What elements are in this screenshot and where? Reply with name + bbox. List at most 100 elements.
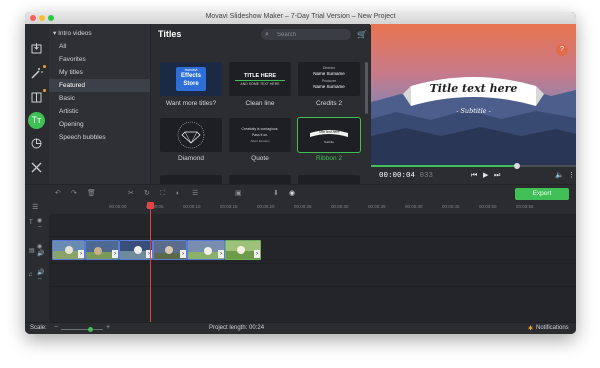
- lock-icon[interactable]: ⇔: [37, 276, 43, 282]
- category-speech-bubbles[interactable]: Speech bubbles: [49, 131, 150, 144]
- title-thumb-ribbon-2[interactable]: Title text here Subtitle: [297, 117, 361, 153]
- transition-icon[interactable]: ›: [78, 250, 84, 258]
- stickers-icon[interactable]: [29, 136, 44, 151]
- zoom-out-icon[interactable]: −: [54, 324, 58, 331]
- visibility-icon[interactable]: ◉: [37, 243, 42, 250]
- title-thumb-diamond[interactable]: [160, 118, 222, 152]
- playback-progress-fill: [371, 165, 517, 167]
- delete-icon[interactable]: 🗑: [87, 189, 96, 199]
- record-audio-icon[interactable]: ⬇: [273, 189, 279, 199]
- title-thumb-clean-line[interactable]: TITLE HERE AND SOME TEXT HERE: [229, 62, 291, 96]
- timecode: 00:00:04 033: [379, 172, 433, 180]
- transition-icon[interactable]: ›: [218, 250, 224, 258]
- next-frame-icon[interactable]: ⏭: [494, 171, 500, 180]
- video-clip[interactable]: ›: [119, 240, 153, 260]
- title-thumb-credits-2[interactable]: Director Name Surname Producer Name Surn…: [298, 62, 360, 96]
- undo-icon[interactable]: ↶: [55, 189, 61, 199]
- notifications-icon[interactable]: ✱: [528, 325, 533, 332]
- gallery-scrollbar[interactable]: [365, 62, 368, 114]
- color-adjust-icon[interactable]: ◐: [176, 189, 180, 199]
- category-favorites[interactable]: Favorites: [49, 53, 150, 66]
- ruler-mark: 00:00:25: [294, 204, 312, 209]
- status-bar: Scale: − + Project length: 00:24 ✱ Notif…: [25, 322, 576, 334]
- video-clip[interactable]: ›: [187, 240, 225, 260]
- tools-icon[interactable]: [29, 160, 44, 175]
- playhead[interactable]: [147, 202, 154, 330]
- previous-frame-icon[interactable]: ⏮: [471, 171, 477, 180]
- music-lane[interactable]: [49, 264, 576, 287]
- cart-icon[interactable]: 🛒: [357, 29, 367, 40]
- text-lane[interactable]: [49, 214, 576, 237]
- ruler-mark: 00:00:20: [257, 204, 275, 209]
- magic-wand-icon[interactable]: [29, 65, 46, 81]
- project-length: Project length: 00:24: [209, 325, 265, 331]
- category-intro-videos[interactable]: ▾ Intro videos: [49, 27, 150, 40]
- transitions-icon[interactable]: [29, 89, 46, 105]
- transition-icon[interactable]: ›: [180, 250, 186, 258]
- video-clip[interactable]: ›: [225, 240, 261, 260]
- ruler-mark: 00:00:10: [183, 204, 201, 209]
- import-icon[interactable]: [29, 41, 44, 56]
- video-clip[interactable]: ›: [52, 240, 85, 260]
- mute-icon[interactable]: 🔊: [37, 250, 44, 257]
- mute-icon[interactable]: 🔊: [37, 269, 44, 276]
- crop-icon[interactable]: ⛶: [160, 189, 165, 199]
- rotate-icon[interactable]: ↻: [144, 189, 150, 199]
- track-headers: T ◉ ⇔ ▤ ◉ 🔊 ♫ 🔊 ⇔: [25, 214, 49, 322]
- ruler-mark: 00:00:45: [442, 204, 460, 209]
- category-opening[interactable]: Opening: [49, 118, 150, 131]
- more-options-icon[interactable]: ⋮: [568, 171, 575, 180]
- preview-panel: Title text here - Subtitle - ?: [371, 24, 576, 165]
- title-thumb-effects-store[interactable]: movavi Effects Store: [160, 62, 222, 96]
- scale-slider[interactable]: [61, 327, 103, 332]
- title-label: Clean line: [245, 100, 275, 107]
- play-icon[interactable]: ▶: [483, 171, 488, 180]
- title-thumb-quote[interactable]: Creativity is contagious. Pass it on. Al…: [229, 118, 291, 152]
- category-basic[interactable]: Basic: [49, 92, 150, 105]
- video-track-icon: ▤: [29, 248, 35, 254]
- clip-properties-icon[interactable]: ☰: [192, 189, 198, 199]
- export-button[interactable]: Export: [515, 188, 569, 200]
- cut-icon[interactable]: ✂: [128, 189, 134, 199]
- category-all[interactable]: All: [49, 40, 150, 53]
- tool-rail: Tт: [25, 24, 49, 184]
- title-categories: ▾ Intro videos All Favorites My titles F…: [49, 24, 151, 184]
- help-icon[interactable]: ?: [556, 44, 568, 56]
- titles-icon[interactable]: Tт: [28, 112, 45, 129]
- player-controls: 00:00:04 033 ⏮ ▶ ⏭ 🔈 ⋮: [371, 163, 576, 184]
- ruler-mark: 00:00:35: [368, 204, 386, 209]
- redo-icon[interactable]: ↷: [71, 189, 77, 199]
- title-thumb-partial[interactable]: [160, 175, 222, 184]
- add-track-icon[interactable]: ☰: [32, 203, 38, 213]
- playback-progress-knob[interactable]: [513, 163, 520, 169]
- transition-icon[interactable]: ›: [112, 250, 118, 258]
- video-lane[interactable]: › › › › › ›: [49, 237, 576, 264]
- microphone-icon[interactable]: ◉: [289, 189, 295, 199]
- video-clip[interactable]: ›: [85, 240, 119, 260]
- ruler-mark: 00:00:55: [516, 204, 534, 209]
- transition-icon[interactable]: ›: [146, 250, 152, 258]
- search-box[interactable]: ⌕: [261, 29, 351, 40]
- ruler-mark: 00:00:50: [479, 204, 497, 209]
- category-artistic[interactable]: Artistic: [49, 105, 150, 118]
- title-thumb-partial[interactable]: [229, 175, 291, 184]
- title-thumb-partial[interactable]: [298, 175, 360, 184]
- lock-icon[interactable]: ⇔: [37, 224, 43, 230]
- video-clip[interactable]: ›: [153, 240, 187, 260]
- volume-icon[interactable]: 🔈: [555, 171, 564, 180]
- transition-icon[interactable]: ›: [254, 250, 260, 258]
- search-input[interactable]: [277, 29, 343, 40]
- preview-title-text: Title text here: [429, 82, 518, 95]
- image-overlay-icon[interactable]: ▣: [235, 189, 242, 199]
- zoom-in-icon[interactable]: +: [106, 324, 110, 331]
- visibility-icon[interactable]: ◉: [37, 217, 42, 224]
- playback-progress-track[interactable]: [371, 163, 576, 169]
- category-featured[interactable]: Featured: [49, 79, 150, 92]
- notifications-link[interactable]: Notifications: [536, 325, 569, 331]
- scale-slider-knob[interactable]: [87, 327, 93, 332]
- window-title: Movavi Slideshow Maker – 7-Day Trial Ver…: [205, 13, 396, 20]
- gallery-title: Titles: [158, 29, 182, 39]
- category-my-titles[interactable]: My titles: [49, 66, 150, 79]
- ruler-mark: 00:00:40: [405, 204, 423, 209]
- timeline-tracks[interactable]: › › › › › ›: [49, 214, 576, 322]
